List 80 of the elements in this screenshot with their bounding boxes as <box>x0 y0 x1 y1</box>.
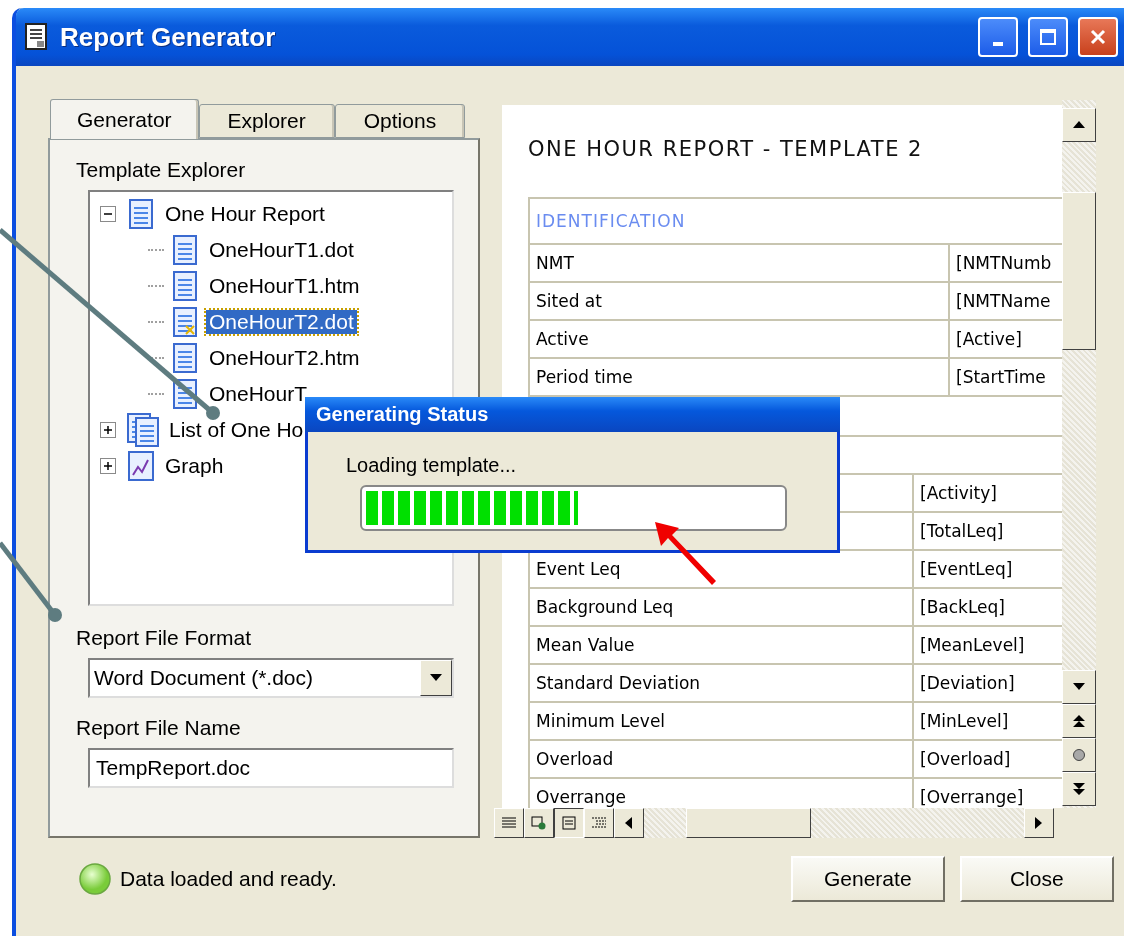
status-text: Data loaded and ready. <box>120 867 337 891</box>
table-cell: Mean Value <box>530 627 914 663</box>
tree-item[interactable]: OneHourT2.htm <box>206 346 363 370</box>
collapse-icon[interactable] <box>100 206 116 222</box>
circle-icon <box>1072 748 1086 762</box>
down-arrow-icon <box>1073 683 1085 691</box>
close-icon <box>1089 28 1107 46</box>
document-icon <box>170 270 200 302</box>
table-cell: Active <box>530 321 950 357</box>
minimize-button[interactable] <box>978 17 1018 57</box>
down-arrow-icon <box>430 674 442 682</box>
print-view-button[interactable] <box>554 808 584 838</box>
dropdown-button[interactable] <box>420 660 452 696</box>
maximize-button[interactable] <box>1028 17 1068 57</box>
minimize-icon <box>993 42 1003 46</box>
report-title: ONE HOUR REPORT - TEMPLATE 2 <box>528 137 924 161</box>
scroll-right-button[interactable] <box>1024 808 1054 838</box>
web-view-button[interactable] <box>524 808 554 838</box>
vertical-scrollbar[interactable] <box>1062 100 1096 808</box>
maximize-icon <box>1039 28 1057 46</box>
web-page-icon <box>531 816 547 830</box>
right-arrow-icon <box>1035 817 1043 829</box>
outline-icon <box>592 817 606 829</box>
chart-icon <box>126 450 156 482</box>
table-cell: Overload <box>530 741 914 777</box>
left-arrow-icon <box>625 817 633 829</box>
close-dialog-button[interactable]: Close <box>959 856 1114 902</box>
pointer-arrow <box>655 522 716 585</box>
scroll-thumb[interactable] <box>1062 192 1096 350</box>
field-label: Report File Name <box>76 716 242 740</box>
table-cell: Period time <box>530 359 950 395</box>
tab[interactable]: Options <box>334 104 466 138</box>
window-title: Report Generator <box>60 21 277 53</box>
section-heading: IDENTIFICATION <box>536 211 686 231</box>
progress-message: Loading template... <box>346 454 518 477</box>
status-light-icon <box>78 862 112 896</box>
document-icon <box>170 306 200 338</box>
previous-page-button[interactable] <box>1062 704 1096 738</box>
dialog-title: Generating Status <box>316 403 489 426</box>
tree-item[interactable]: Graph <box>162 454 227 478</box>
tree-item[interactable]: List of One Ho <box>166 418 307 442</box>
tree-item[interactable]: OneHourT <box>206 382 311 406</box>
documents-icon <box>126 413 160 447</box>
scroll-down-button[interactable] <box>1062 670 1096 704</box>
table-cell: Sited at <box>530 283 950 319</box>
expand-icon[interactable] <box>100 422 116 438</box>
up-arrow-icon <box>1073 121 1085 129</box>
document-icon <box>126 198 156 230</box>
tab[interactable]: Generator <box>50 99 199 139</box>
format-dropdown[interactable]: Word Document (*.doc) <box>88 658 454 698</box>
browse-object-button[interactable] <box>1062 738 1096 772</box>
document-icon <box>170 342 200 374</box>
page-icon <box>562 816 576 830</box>
document-icon <box>24 23 50 51</box>
field-label: Report File Format <box>76 626 253 650</box>
scroll-thumb[interactable] <box>686 808 811 838</box>
tree-item[interactable]: OneHourT1.dot <box>206 238 357 262</box>
file-name-field[interactable]: TempReport.doc <box>88 748 454 788</box>
table-cell: Minimum Level <box>530 703 914 739</box>
double-down-arrow-icon <box>1073 782 1085 796</box>
outline-view-button[interactable] <box>584 808 614 838</box>
table-cell: Background Leq <box>530 589 914 625</box>
scroll-left-button[interactable] <box>614 808 644 838</box>
tab[interactable]: Explorer <box>198 104 335 138</box>
normal-view-button[interactable] <box>494 808 524 838</box>
generate-button[interactable]: Generate <box>790 856 945 902</box>
lines-icon <box>502 817 516 829</box>
table-cell: NMT <box>530 245 950 281</box>
close-button[interactable] <box>1078 17 1118 57</box>
tree-item[interactable]: OneHourT2.dot <box>206 310 357 334</box>
scroll-up-button[interactable] <box>1062 108 1096 142</box>
tree-item[interactable]: One Hour Report <box>162 202 328 226</box>
double-up-arrow-icon <box>1073 714 1085 728</box>
tree-item[interactable]: OneHourT1.htm <box>206 274 363 298</box>
section-label: Template Explorer <box>76 158 247 182</box>
document-icon <box>170 234 200 266</box>
expand-icon[interactable] <box>100 458 116 474</box>
horizontal-scrollbar[interactable] <box>494 808 1054 838</box>
next-page-button[interactable] <box>1062 772 1096 806</box>
table-cell: Standard Deviation <box>530 665 914 701</box>
